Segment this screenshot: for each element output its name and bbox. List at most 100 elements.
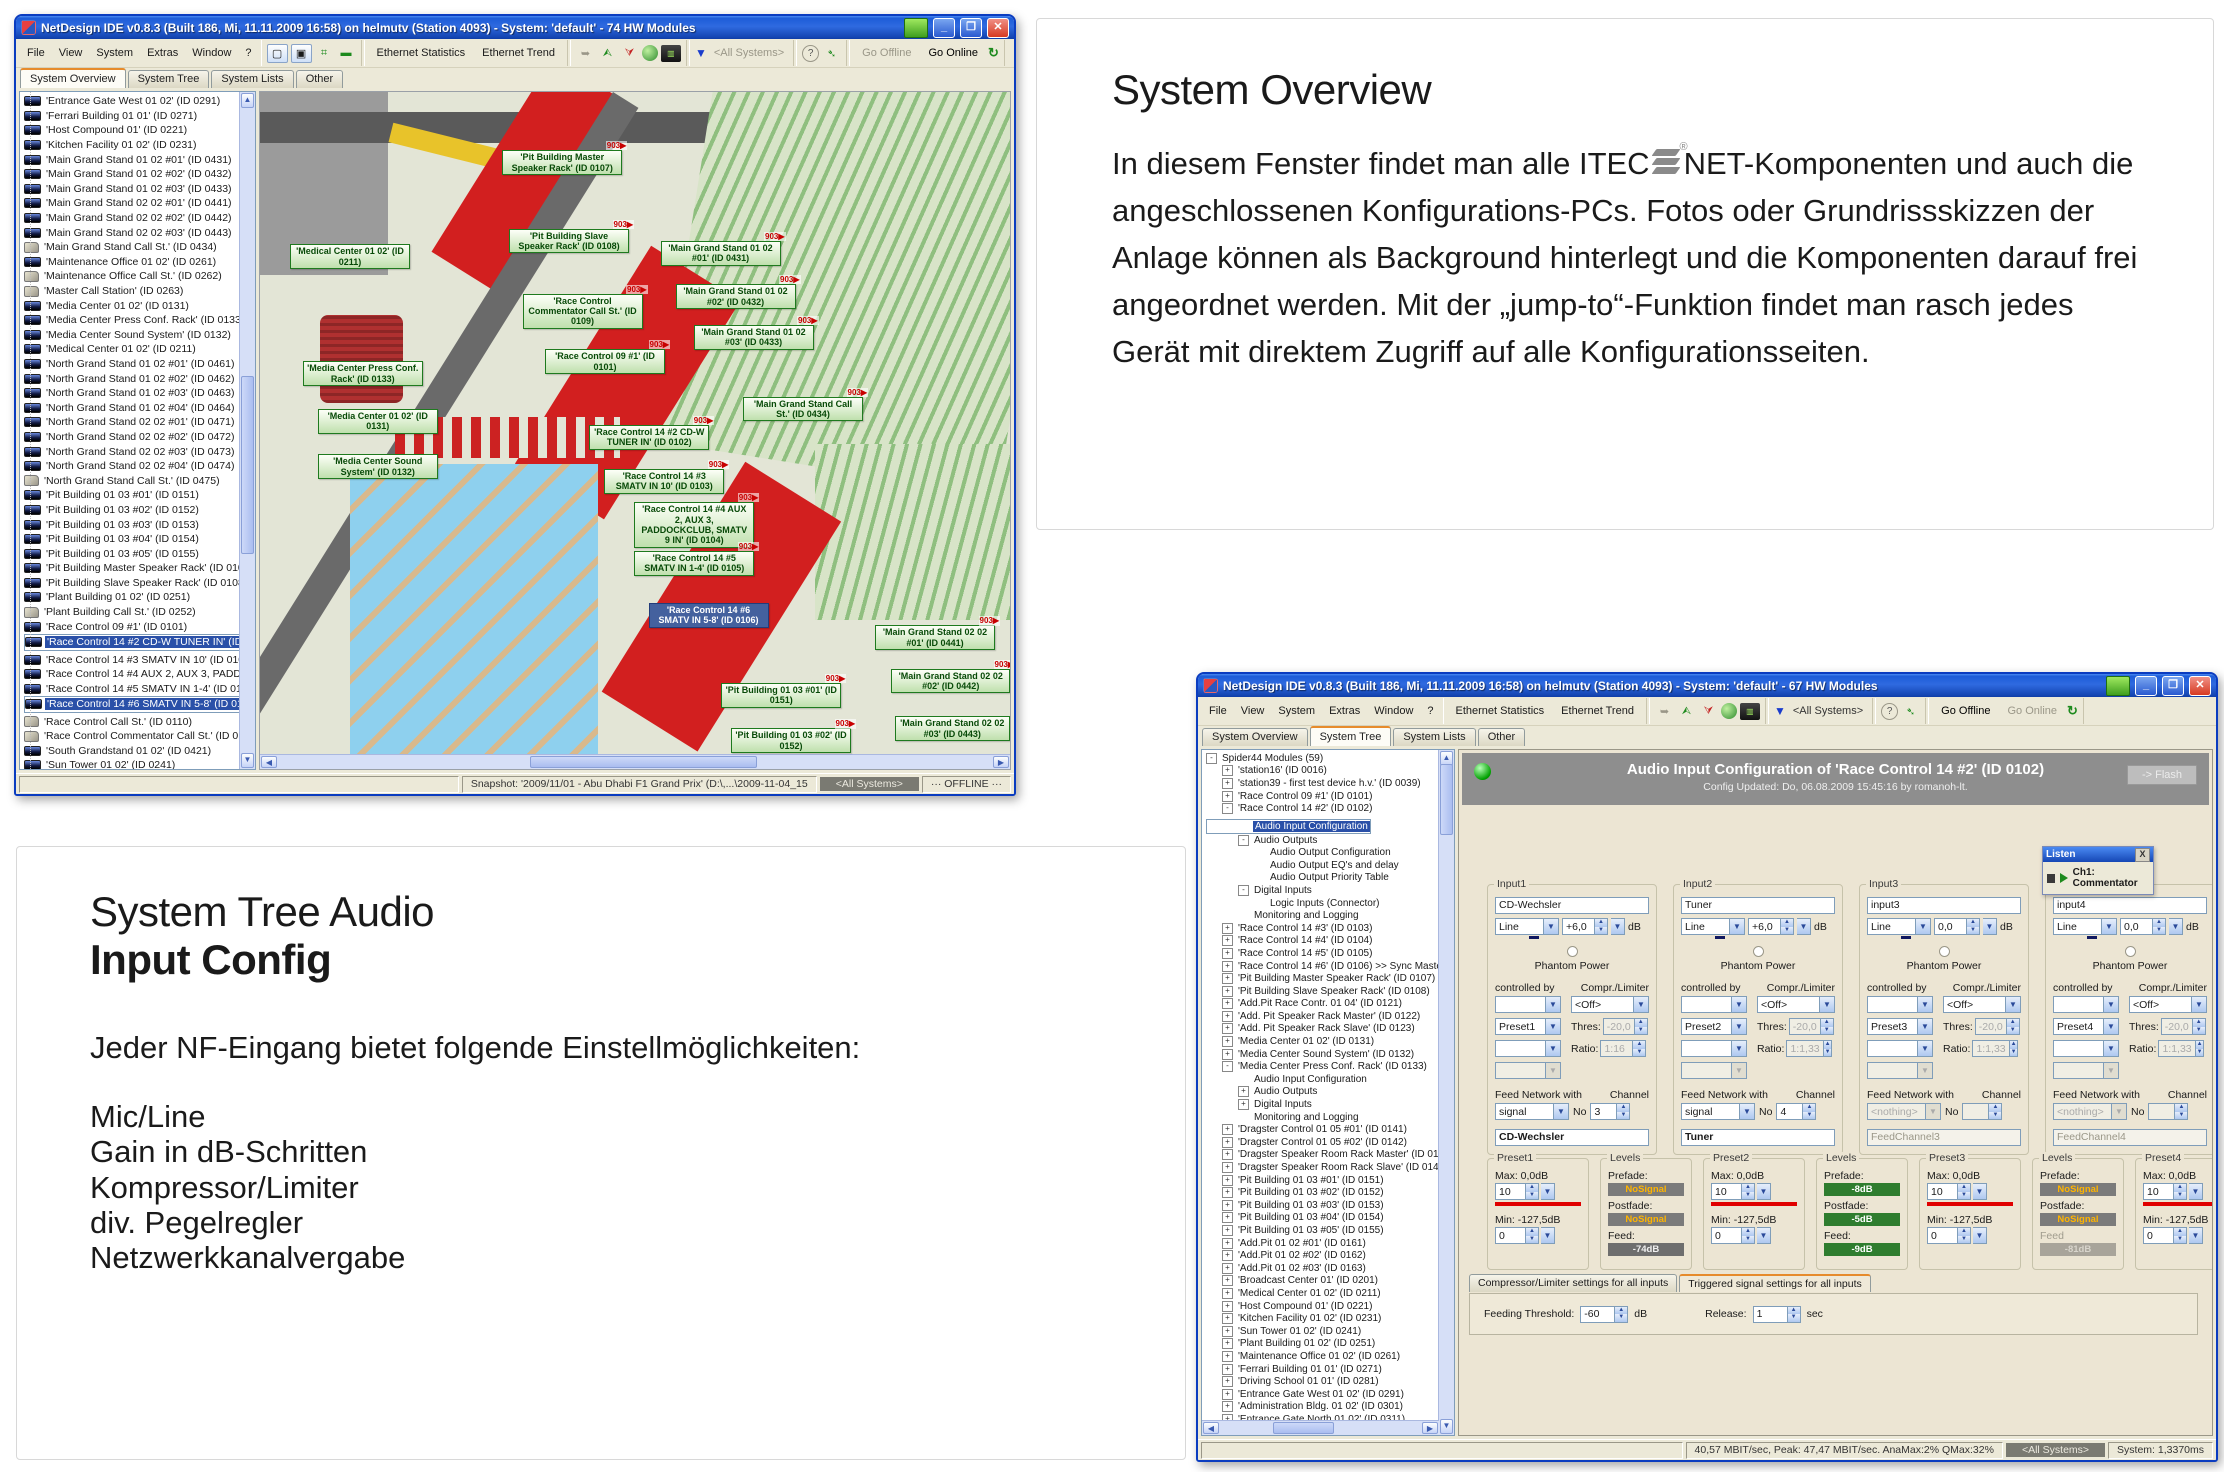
menu-item-system[interactable]: System [89, 44, 140, 62]
spinner-buttons[interactable]: ▲▼ [1741, 1184, 1754, 1199]
preset-volume-dropdown-icon[interactable]: ▼ [1757, 1183, 1771, 1200]
recorder-icon[interactable]: ▥ [661, 45, 681, 62]
bottom-tab-triggered[interactable]: Triggered signal settings for all inputs [1679, 1274, 1871, 1292]
tree-item[interactable]: 'Main Grand Stand 02 02 #03' (ID 0443) [24, 225, 239, 240]
tree-item[interactable]: +Audio Output Configuration [1206, 846, 1438, 859]
tree-item[interactable]: +Audio Outputs [1206, 1086, 1438, 1099]
map-device-label[interactable]: 'Main Grand Stand 02 02 #02' (ID 0442)90… [891, 669, 1010, 694]
ethernet-trend-button[interactable]: Ethernet Trend [475, 44, 562, 62]
recorder-icon[interactable]: ▥ [1740, 703, 1760, 720]
tree-item[interactable]: 'North Grand Stand 02 02 #03' (ID 0473) [24, 444, 239, 459]
tree-item[interactable]: 'Kitchen Facility 01 02' (ID 0231) [24, 138, 239, 153]
tree-item[interactable]: 'Race Control Call St.' (ID 0110) [24, 714, 239, 729]
menu-item-extras[interactable]: Extras [1322, 702, 1367, 720]
filter-icon[interactable]: ▼ [1774, 704, 1786, 718]
tree-item[interactable]: 'Media Center Sound System' (ID 0132) [24, 328, 239, 343]
tree-item[interactable]: +'Pit Building 01 03 #05' (ID 0155) [1206, 1224, 1438, 1237]
help-icon[interactable]: ? [802, 45, 819, 62]
channel-number-input[interactable]: 3▲▼ [1590, 1103, 1630, 1120]
network-tree-icon[interactable]: ⌗ [315, 45, 334, 62]
spin-up-icon[interactable]: ▲ [1595, 919, 1607, 927]
download-icon[interactable]: ⮛ [1699, 703, 1718, 720]
spinner-buttons[interactable]: ▲▼ [1594, 919, 1607, 934]
expand-icon[interactable]: + [1222, 791, 1233, 802]
tree-item[interactable]: -Audio Outputs [1206, 834, 1438, 847]
go-online-button[interactable]: Go Online [921, 44, 985, 62]
expand-icon[interactable]: + [1222, 935, 1233, 946]
tree-item[interactable]: 'North Grand Stand 01 02 #03' (ID 0463) [24, 386, 239, 401]
gain-dropdown-icon[interactable]: ▼ [1611, 918, 1625, 935]
jump-to-icon[interactable]: ➴ [822, 45, 841, 62]
scroll-left-arrow[interactable]: ◀ [1203, 1422, 1219, 1434]
tab-system-lists[interactable]: System Lists [1393, 728, 1475, 746]
chevron-down-icon[interactable]: ▼ [1731, 997, 1746, 1012]
spin-up-icon[interactable]: ▲ [1526, 1184, 1538, 1192]
tree-item[interactable]: 'Race Control 14 #6 SMATV IN 5-8' (ID 01… [24, 696, 239, 713]
upload-icon[interactable]: ⮙ [598, 45, 617, 62]
ethernet-trend-button[interactable]: Ethernet Trend [1554, 702, 1641, 720]
expand-icon[interactable]: + [1222, 1149, 1233, 1160]
spin-down-icon[interactable]: ▼ [1742, 1192, 1754, 1200]
ethernet-statistics-button[interactable]: Ethernet Statistics [370, 44, 473, 62]
tree-item[interactable]: +'Pit Building 01 03 #03' (ID 0153) [1206, 1199, 1438, 1212]
spin-down-icon[interactable]: ▼ [1967, 927, 1979, 935]
tab-system-tree[interactable]: System Tree [1310, 726, 1392, 746]
expand-icon[interactable]: + [1222, 1011, 1233, 1022]
maximize-button[interactable]: ❐ [2162, 676, 2184, 696]
tree-item[interactable]: 'Plant Building 01 02' (ID 0251) [24, 590, 239, 605]
preset-min-dropdown-icon[interactable]: ▼ [1541, 1227, 1555, 1244]
preset-min-dropdown-icon[interactable]: ▼ [1757, 1227, 1771, 1244]
tree-item[interactable]: +'Pit Building 01 03 #02' (ID 0152) [1206, 1186, 1438, 1199]
tree-item[interactable]: 'Pit Building 01 03 #01' (ID 0151) [24, 488, 239, 503]
spinner-buttons[interactable]: ▲▼ [1957, 1184, 1970, 1199]
map-device-label[interactable]: 'Race Control 14 #3 SMATV IN 10' (ID 010… [604, 469, 724, 494]
preset-volume-input[interactable]: 10▲▼ [1927, 1183, 1971, 1200]
spin-down-icon[interactable]: ▼ [2174, 1192, 2186, 1200]
tree-item[interactable]: +'Pit Building 01 03 #04' (ID 0154) [1206, 1212, 1438, 1225]
controlled-by-select-3[interactable]: ▼ [1681, 1040, 1747, 1057]
collapse-icon[interactable]: - [1238, 885, 1249, 896]
preset-volume-dropdown-icon[interactable]: ▼ [1541, 1183, 1555, 1200]
tree-item[interactable]: 'Medical Center 01 02' (ID 0211) [24, 342, 239, 357]
tree-item[interactable]: +'Race Control 14 #6' (ID 0106) >> Sync … [1206, 960, 1438, 973]
map-device-label[interactable]: 'Main Grand Stand 02 02 #03' (ID 0443) [895, 716, 1011, 741]
expand-icon[interactable]: + [1222, 1238, 1233, 1249]
scroll-right-arrow[interactable]: ▶ [1422, 1422, 1438, 1434]
refresh-icon[interactable]: ↻ [988, 45, 999, 61]
play-icon[interactable] [2060, 873, 2068, 883]
gain-input[interactable]: 0,0▲▼ [1934, 918, 1980, 935]
tree-item[interactable]: +'Plant Building 01 02' (ID 0251) [1206, 1338, 1438, 1351]
tree-item[interactable]: +'Add.Pit 01 02 #02' (ID 0162) [1206, 1249, 1438, 1262]
expand-icon[interactable]: + [1222, 961, 1233, 972]
menu-item-view[interactable]: View [52, 44, 90, 62]
spinner-buttons[interactable]: ▲▼ [1780, 919, 1793, 934]
spinner-buttons[interactable]: ▲▼ [2173, 1184, 2186, 1199]
tree-item[interactable]: 'Pit Building 01 03 #02' (ID 0152) [24, 503, 239, 518]
compressor-select[interactable]: <Off>▼ [2129, 996, 2207, 1013]
expand-icon[interactable]: + [1222, 1036, 1233, 1047]
tree-item[interactable]: 'Pit Building 01 03 #04' (ID 0154) [24, 532, 239, 547]
map-device-label[interactable]: 'Medical Center 01 02' (ID 0211) [290, 244, 410, 269]
spin-down-icon[interactable]: ▼ [1958, 1236, 1970, 1244]
expand-icon[interactable]: + [1222, 1200, 1233, 1211]
menu-item-view[interactable]: View [1234, 702, 1272, 720]
expand-icon[interactable]: + [1222, 998, 1233, 1009]
flash-button[interactable]: -> Flash [2127, 765, 2197, 785]
expand-icon[interactable]: + [1222, 1225, 1233, 1236]
map-device-label[interactable]: 'Race Control 14 #6 SMATV IN 5-8' (ID 01… [649, 603, 769, 628]
map-device-label[interactable]: 'Race Control 14 #4 AUX 2, AUX 3, PADDOC… [634, 502, 754, 547]
chevron-down-icon[interactable]: ▼ [1731, 1019, 1746, 1034]
controlled-by-select-1[interactable]: ▼ [2053, 996, 2119, 1013]
spin-down-icon[interactable]: ▼ [1803, 1112, 1815, 1120]
tree-item[interactable]: 'Race Control 14 #4 AUX 2, AUX 3, PADDO'… [24, 667, 239, 682]
feed-channel-name-field[interactable]: Tuner [1681, 1129, 1835, 1146]
tab-system-tree[interactable]: System Tree [128, 70, 210, 88]
spinner-buttons[interactable]: ▲▼ [1966, 919, 1979, 934]
preset-min-input[interactable]: 0▲▼ [2143, 1227, 2187, 1244]
spin-up-icon[interactable]: ▲ [1958, 1184, 1970, 1192]
preset-min-input[interactable]: 0▲▼ [1711, 1227, 1755, 1244]
spin-up-icon[interactable]: ▲ [1781, 919, 1793, 927]
spin-up-icon[interactable]: ▲ [2174, 1228, 2186, 1236]
tree-item[interactable]: 'Maintenance Office 01 02' (ID 0261) [24, 255, 239, 270]
controlled-by-select-1[interactable]: ▼ [1867, 996, 1933, 1013]
